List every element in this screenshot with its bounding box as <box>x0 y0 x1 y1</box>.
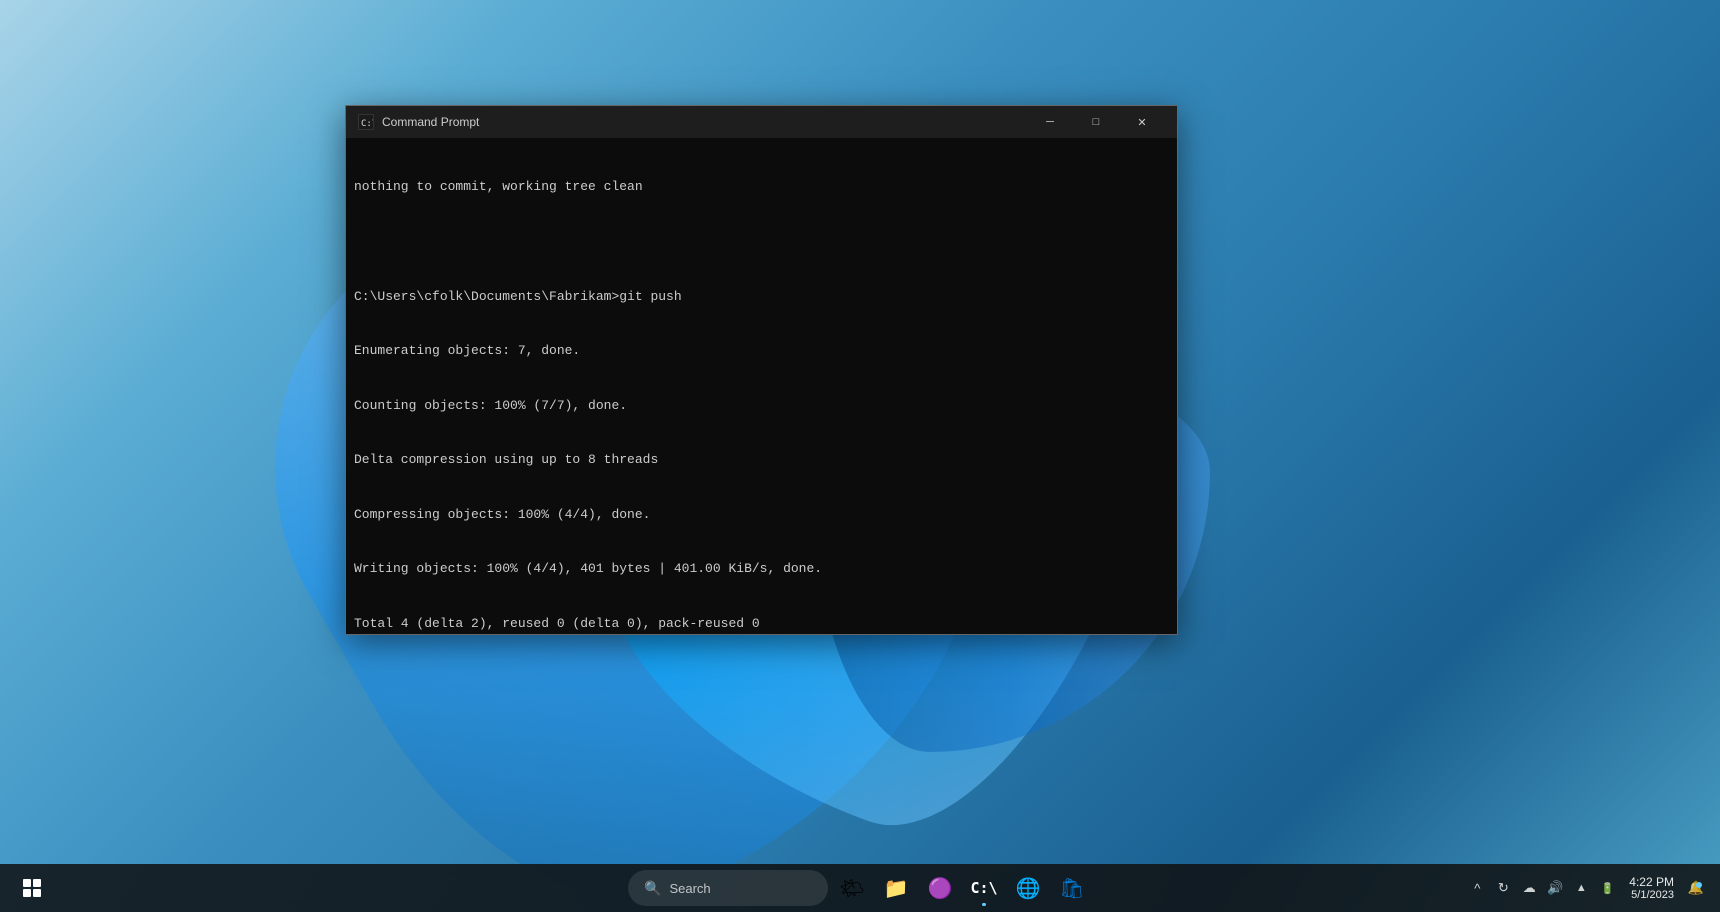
win-logo-cell <box>23 889 31 897</box>
clock-date: 5/1/2023 <box>1631 889 1674 901</box>
battery-icon: 🔋 <box>1600 882 1614 895</box>
terminal-line: Total 4 (delta 2), reused 0 (delta 0), p… <box>354 615 1169 633</box>
cmd-title: Command Prompt <box>382 115 1027 129</box>
taskbar-center: 🔍 Search 🌤 📁 🟣 C:\ 🌐 🛍 <box>628 868 1092 908</box>
system-tray-icons: ^ ↻ ☁ 🔊 ▲ 🔋 <box>1465 876 1619 900</box>
terminal-line: nothing to commit, working tree clean <box>354 178 1169 196</box>
windows-logo-icon <box>23 879 41 897</box>
teams-icon: 🟣 <box>928 876 953 901</box>
desktop: C:\ Command Prompt ─ □ ✕ nothing to comm… <box>0 0 1720 912</box>
win-logo-cell <box>23 879 31 887</box>
store-icon: 🛍 <box>1059 876 1084 901</box>
cmd-minimize-button[interactable]: ─ <box>1027 106 1073 138</box>
notification-badge <box>1696 882 1702 888</box>
terminal-line: Enumerating objects: 7, done. <box>354 342 1169 360</box>
taskbar-edge-icon[interactable]: 🌐 <box>1008 868 1048 908</box>
refresh-icon: ↻ <box>1498 880 1509 896</box>
taskbar-widgets-icon[interactable]: 🌤 <box>832 868 872 908</box>
cmd-titlebar[interactable]: C:\ Command Prompt ─ □ ✕ <box>346 106 1177 138</box>
clock-time: 4:22 PM <box>1629 875 1674 889</box>
taskbar-file-explorer-icon[interactable]: 📁 <box>876 868 916 908</box>
taskbar-right: ^ ↻ ☁ 🔊 ▲ 🔋 4:22 PM <box>1465 873 1708 903</box>
edge-icon: 🌐 <box>1016 876 1041 901</box>
search-icon: 🔍 <box>644 880 661 897</box>
tray-battery-icon[interactable]: 🔋 <box>1595 876 1619 900</box>
terminal-line: Compressing objects: 100% (4/4), done. <box>354 506 1169 524</box>
notification-button[interactable]: 🔔 <box>1684 876 1708 900</box>
cmd-app-icon: C:\ <box>358 114 374 130</box>
svg-text:C:\: C:\ <box>361 119 373 129</box>
tray-onedrive-icon[interactable]: ☁ <box>1517 876 1541 900</box>
file-explorer-icon: 📁 <box>884 876 909 901</box>
terminal-line <box>354 233 1169 251</box>
cmd-controls: ─ □ ✕ <box>1027 106 1165 138</box>
win-logo-cell <box>33 889 41 897</box>
speaker-icon: 🔊 <box>1547 880 1563 896</box>
cmd-close-button[interactable]: ✕ <box>1119 106 1165 138</box>
chevron-up-icon: ^ <box>1474 881 1480 896</box>
tray-speaker-icon[interactable]: 🔊 <box>1543 876 1567 900</box>
network-icon: ▲ <box>1576 882 1587 894</box>
cmd-taskbar-icon: C:\ <box>970 879 997 897</box>
terminal-line: Writing objects: 100% (4/4), 401 bytes |… <box>354 560 1169 578</box>
win-logo-cell <box>33 879 41 887</box>
taskbar-cmd-icon[interactable]: C:\ <box>964 868 1004 908</box>
taskbar-search[interactable]: 🔍 Search <box>628 870 828 906</box>
search-label: Search <box>669 881 710 896</box>
system-clock[interactable]: 4:22 PM 5/1/2023 <box>1625 873 1678 903</box>
cmd-maximize-button[interactable]: □ <box>1073 106 1119 138</box>
terminal-line: Counting objects: 100% (7/7), done. <box>354 397 1169 415</box>
terminal-line: Delta compression using up to 8 threads <box>354 451 1169 469</box>
cloud-icon: ☁ <box>1523 880 1536 896</box>
terminal-line: C:\Users\cfolk\Documents\Fabrikam>git pu… <box>354 288 1169 306</box>
taskbar-left <box>12 868 52 908</box>
taskbar-store-icon[interactable]: 🛍 <box>1052 868 1092 908</box>
start-button[interactable] <box>12 868 52 908</box>
cmd-window: C:\ Command Prompt ─ □ ✕ nothing to comm… <box>345 105 1178 635</box>
tray-chevron-button[interactable]: ^ <box>1465 876 1489 900</box>
tray-refresh-icon[interactable]: ↻ <box>1491 876 1515 900</box>
widgets-icon: 🌤 <box>839 876 864 901</box>
tray-network-icon[interactable]: ▲ <box>1569 876 1593 900</box>
cmd-terminal-body[interactable]: nothing to commit, working tree clean C:… <box>346 138 1177 634</box>
taskbar: 🔍 Search 🌤 📁 🟣 C:\ 🌐 🛍 <box>0 864 1720 912</box>
taskbar-teams-icon[interactable]: 🟣 <box>920 868 960 908</box>
